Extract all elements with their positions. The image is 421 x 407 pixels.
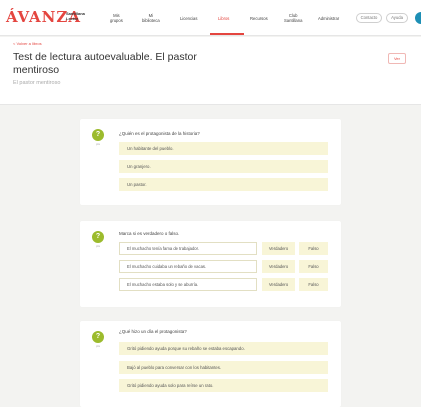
answer-option[interactable]: Un habitante del pueblo.: [119, 142, 328, 155]
question-card-2: ? pts Marca si es verdadero o falso. El …: [80, 221, 341, 307]
see-button[interactable]: Ver: [388, 53, 406, 64]
statement-text: El muchacho cuidaba un rebaño de vacas.: [119, 260, 257, 273]
question-points: pts: [95, 244, 100, 248]
nav-resources[interactable]: Recursos: [250, 16, 268, 21]
question-points: pts: [95, 142, 100, 146]
nav-club[interactable]: Club Santillana: [284, 13, 302, 23]
true-button[interactable]: Verdadero: [262, 278, 295, 291]
nav-label: Administrar: [318, 16, 340, 21]
avatar[interactable]: [415, 12, 421, 24]
contact-button[interactable]: Contacto: [356, 13, 382, 23]
true-button[interactable]: Verdadero: [262, 260, 295, 273]
answer-option[interactable]: Un granjero.: [119, 160, 328, 173]
answer-option[interactable]: Gritó pidiendo ayuda porque su rebaño se…: [119, 342, 328, 355]
top-navigation-bar: ÁVANZA Santillana Lector Mis grupos Mi b…: [0, 0, 421, 36]
question-text: ¿Quién es el protagonista de la historia…: [119, 131, 200, 136]
nav-label: Libros: [218, 16, 230, 21]
page-subtitle: El pastor mentiroso: [13, 80, 61, 86]
question-badge: ?: [92, 129, 104, 141]
nav-label: Recursos: [250, 16, 268, 21]
nav-label: Licencias: [180, 16, 198, 21]
question-badge: ?: [92, 231, 104, 243]
false-button[interactable]: Falso: [299, 260, 328, 273]
answer-option[interactable]: Un pastor.: [119, 178, 328, 191]
back-link[interactable]: < Volver a libros: [13, 41, 42, 46]
true-button[interactable]: Verdadero: [262, 242, 295, 255]
nav-label: Santillana: [284, 18, 303, 23]
nav-administer[interactable]: Administrar: [318, 16, 339, 21]
false-button[interactable]: Falso: [299, 278, 328, 291]
false-button[interactable]: Falso: [299, 242, 328, 255]
question-points: pts: [95, 344, 100, 348]
nav-licenses[interactable]: Licencias: [180, 16, 197, 21]
nav-label: grupos: [110, 18, 123, 23]
title-section: < Volver a libros Test de lectura autoev…: [0, 37, 421, 105]
statement-text: El muchacho estaba solo y se aburría.: [119, 278, 257, 291]
question-card-3: ? pts ¿Qué hizo un día el protagonista? …: [80, 321, 341, 407]
question-text: ¿Qué hizo un día el protagonista?: [119, 329, 187, 334]
page-title: Test de lectura autoevaluable. El pastor…: [13, 51, 197, 76]
brand-line-2: Lector: [66, 16, 79, 21]
brand-label: Santillana Lector: [66, 11, 88, 21]
question-badge: ?: [92, 331, 104, 343]
nav-my-groups[interactable]: Mis grupos: [110, 13, 123, 23]
answer-option[interactable]: Bajó al pueblo para conversar con los ha…: [119, 361, 328, 374]
nav-books[interactable]: Libros: [218, 16, 229, 21]
help-button[interactable]: Ayuda: [386, 13, 408, 23]
answer-option[interactable]: Gritó pidiendo ayuda solo para reírse un…: [119, 379, 328, 392]
question-text: Marca si es verdadero o falso.: [119, 231, 180, 236]
nav-label: biblioteca: [142, 18, 160, 23]
active-tab-indicator: [210, 33, 244, 35]
nav-my-library[interactable]: Mi biblioteca: [142, 13, 160, 23]
statement-text: El muchacho tenía fama de trabajador.: [119, 242, 257, 255]
question-card-1: ? pts ¿Quién es el protagonista de la hi…: [80, 119, 341, 205]
